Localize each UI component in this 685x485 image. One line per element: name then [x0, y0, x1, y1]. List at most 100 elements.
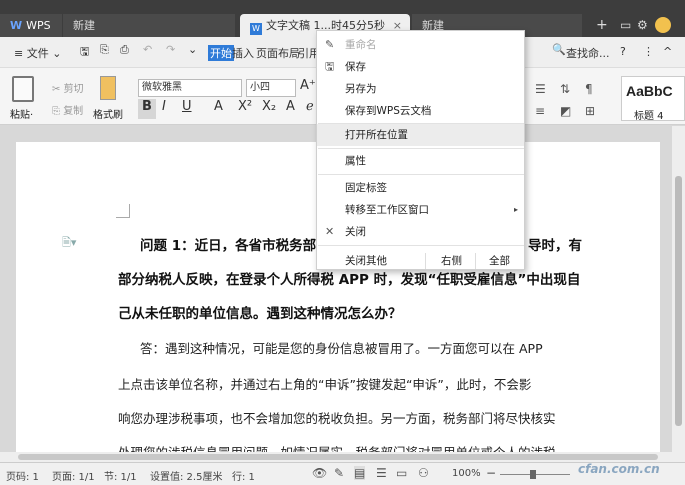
menu-separator — [318, 148, 524, 149]
menu-item-close-all[interactable]: 全部 — [489, 250, 510, 272]
paragraph-handle-icon[interactable]: 🗎▾ — [62, 234, 76, 253]
zoom-slider-knob[interactable] — [530, 470, 536, 479]
more-icon[interactable]: ⋮ — [643, 45, 654, 58]
paragraph-mark-icon[interactable]: ¶ — [585, 82, 593, 96]
undo-icon[interactable]: ↶ — [143, 43, 152, 56]
menu-item-pin-tab[interactable]: 固定标签 — [317, 177, 524, 199]
underline-button[interactable]: U — [182, 99, 192, 114]
menu-item-label: 关闭 — [345, 226, 366, 238]
find-command[interactable]: 查找命... — [566, 45, 610, 61]
grow-font-icon[interactable]: A⁺ — [300, 78, 316, 93]
menu-item-save-as[interactable]: 另存为 — [317, 78, 524, 100]
wps-logo-icon: W — [10, 19, 23, 32]
edit-icon[interactable]: ✎ — [334, 466, 344, 480]
menu-item-close-right[interactable]: 右侧 — [441, 250, 462, 272]
window-icon[interactable]: ▭ — [620, 16, 631, 34]
style-heading-4[interactable]: AaBbC 标题 4 — [621, 76, 685, 122]
menu-item-save[interactable]: 🖫 保存 — [317, 56, 524, 78]
collapse-ribbon-icon[interactable]: ^ — [663, 45, 672, 58]
tab-insert[interactable]: 插入 — [232, 45, 254, 61]
menu-item-label: 保存 — [345, 61, 366, 73]
status-section: 节: 1/1 — [104, 472, 137, 483]
menu-item-properties[interactable]: 属性 — [317, 150, 524, 172]
paste-button[interactable]: 粘贴· — [10, 106, 33, 121]
status-setting[interactable]: 设置值: 2.5厘米 — [150, 468, 222, 483]
tab-start[interactable]: 开始 — [208, 45, 234, 61]
file-menu[interactable]: ≡ 文件 ⌄ — [14, 45, 61, 61]
format-painter-button[interactable]: 格式刷 — [93, 106, 123, 121]
tab-new-1[interactable]: 新建 — [63, 14, 235, 37]
paste-icon[interactable] — [12, 76, 34, 102]
zoom-out-button[interactable]: − — [486, 466, 496, 480]
italic-button[interactable]: I — [162, 99, 166, 114]
subscript-button[interactable]: X₂ — [262, 99, 276, 114]
menu-split-divider — [425, 253, 426, 269]
menu-item-label: 重命名 — [345, 39, 377, 51]
format-painter-icon[interactable] — [100, 76, 116, 100]
menu-item-label: 固定标签 — [345, 182, 387, 194]
protect-eye-icon[interactable]: ⚇ — [418, 466, 429, 480]
style-preview: AaBbC — [626, 83, 673, 99]
superscript-button[interactable]: X² — [238, 99, 252, 114]
menu-item-label: 保存到WPS云文档 — [345, 105, 432, 117]
horizontal-scrollbar[interactable] — [0, 452, 685, 462]
menu-item-label: 转移至工作区窗口 — [345, 204, 429, 216]
eye-icon[interactable]: 👁 — [312, 466, 327, 480]
close-icon: ✕ — [325, 225, 335, 238]
font-color-button[interactable]: A — [214, 99, 223, 114]
copy-button[interactable]: ⎘ 复制 — [52, 102, 83, 117]
list-icon[interactable]: ☰ — [535, 82, 546, 96]
page-view-icon[interactable]: ▤ — [354, 466, 366, 480]
menu-item-label: 打开所在位置 — [345, 129, 408, 141]
bold-button[interactable]: B — [138, 99, 156, 119]
horizontal-scroll-thumb[interactable] — [18, 454, 658, 460]
border-icon[interactable]: ⊞ — [585, 104, 595, 118]
font-family-select[interactable]: 微软雅黑 — [138, 79, 242, 97]
shading-icon[interactable]: ◩ — [560, 104, 571, 118]
answer-line-3: 响您办理涉税事项，也不会增加您的税收负担。另一方面，税务部门将尽快核实 — [118, 411, 556, 426]
menu-item-rename[interactable]: ✎ 重命名 — [317, 34, 524, 56]
save-icon[interactable]: 🖫 — [80, 43, 89, 62]
font-size-select[interactable]: 小四 — [246, 79, 296, 97]
menu-item-close-others[interactable]: 关闭其他 — [345, 250, 387, 272]
menu-item-close[interactable]: ✕ 关闭 — [317, 221, 524, 243]
style-label: 标题 4 — [634, 111, 664, 122]
status-pages: 页面: 1/1 — [52, 472, 95, 483]
char-border-button[interactable]: ℯ — [306, 99, 314, 114]
menu-item-move-to-workspace[interactable]: 转移至工作区窗口 ▸ — [317, 199, 524, 221]
sort-icon[interactable]: ⇅ — [560, 82, 570, 96]
question-line-3: 己从未任职的单位信息。遇到这种情况怎么办？ — [118, 306, 402, 322]
menu-separator — [318, 245, 524, 246]
menu-item-label: 属性 — [345, 155, 366, 167]
tab-label: 新建 — [73, 19, 95, 32]
highlight-button[interactable]: A — [286, 99, 295, 114]
redo-icon[interactable]: ↷ — [166, 43, 175, 56]
tab-label: WPS — [26, 19, 51, 32]
print-icon[interactable]: ⎙ — [120, 43, 129, 57]
export-icon[interactable]: ⎘ — [100, 43, 109, 57]
tab-context-menu: ✎ 重命名 🖫 保存 另存为 保存到WPS云文档 打开所在位置 属性 固定标签 … — [316, 30, 525, 270]
avatar[interactable] — [655, 17, 671, 33]
status-row: 行: 1 — [232, 472, 255, 483]
tab-layout[interactable]: 页面布局 — [256, 45, 300, 61]
search-icon: 🔍 — [552, 43, 566, 56]
add-tab-icon[interactable]: + — [596, 16, 608, 34]
menu-item-open-location[interactable]: 打开所在位置 — [317, 124, 524, 146]
menu-item-save-to-cloud[interactable]: 保存到WPS云文档 — [317, 100, 524, 122]
answer-line-1: 答：遇到这种情况，可能是您的身份信息被冒用了。一方面您可以在 APP — [140, 341, 543, 356]
web-view-icon[interactable]: ▭ — [396, 466, 407, 480]
outline-view-icon[interactable]: ☰ — [376, 466, 387, 480]
tab-wps-home[interactable]: W WPS — [0, 14, 62, 37]
zoom-level[interactable]: 100% — [452, 468, 481, 479]
help-icon[interactable]: ? — [620, 45, 626, 58]
watermark: cfan.com.cn — [578, 462, 660, 476]
answer-line-4: 处理您的涉税信息冒用问题，如情况属实，税务部门将对冒用单位或个人的涉税 — [118, 442, 556, 452]
quick-more-icon[interactable]: ⌄ — [188, 43, 197, 56]
vertical-scroll-thumb[interactable] — [675, 176, 682, 426]
align-icon[interactable]: ≡ — [535, 104, 545, 118]
vertical-scrollbar[interactable] — [672, 126, 685, 452]
status-page-number: 页码: 1 — [6, 472, 39, 483]
submenu-arrow-icon: ▸ — [513, 205, 518, 214]
cut-button[interactable]: ✂ 剪切 — [52, 80, 84, 95]
settings-icon[interactable]: ⚙ — [637, 16, 648, 34]
